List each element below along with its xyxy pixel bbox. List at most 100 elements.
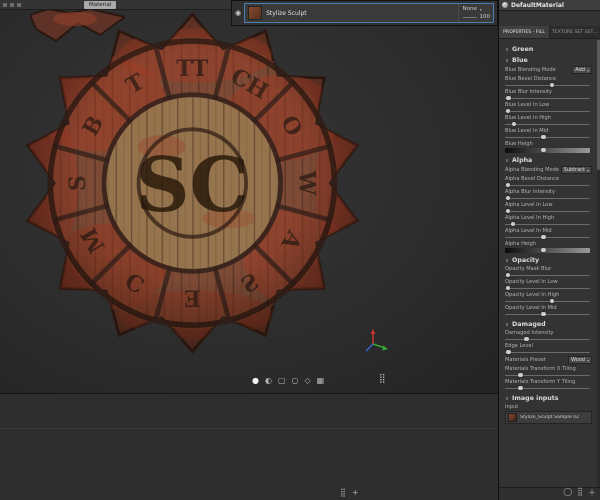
- slider-alpha-bevel-distance[interactable]: [505, 182, 590, 188]
- slider-knob[interactable]: [506, 349, 511, 354]
- slider-knob[interactable]: [549, 82, 555, 87]
- material-mode-dropdown[interactable]: Material: [84, 0, 117, 9]
- slider-track[interactable]: [505, 210, 590, 212]
- circle-icon[interactable]: ○: [292, 373, 299, 389]
- add-button[interactable]: +: [352, 488, 359, 497]
- slider-knob[interactable]: [510, 221, 516, 226]
- slider-knob[interactable]: [541, 247, 546, 252]
- tab-texture-set-settings[interactable]: TEXTURE SET SET…: [550, 26, 600, 38]
- image-input-stylize-sculpt-sample-02[interactable]: Stylize_Sculpt Sample 02: [505, 411, 592, 424]
- slider-track[interactable]: [505, 351, 590, 353]
- slider-blue-level-in-high[interactable]: [505, 121, 590, 127]
- slider-knob[interactable]: [549, 298, 555, 303]
- half-sphere-icon[interactable]: ◐: [265, 373, 272, 389]
- picker-circle-icon[interactable]: ◯: [563, 487, 572, 498]
- slider-knob[interactable]: [505, 108, 511, 113]
- slider-materials-transform-y-tiling[interactable]: [505, 385, 590, 391]
- toolbar-dot-icon[interactable]: [17, 2, 21, 7]
- slider-alpha-blur-intensity[interactable]: [505, 195, 590, 201]
- slider-track[interactable]: [505, 223, 590, 225]
- slider-track[interactable]: [505, 236, 590, 238]
- dropdown-materials-preset[interactable]: Wood ▾: [568, 356, 592, 364]
- slider-track[interactable]: [505, 313, 590, 315]
- slider-knob[interactable]: [541, 311, 546, 316]
- slider-materials-transform-x-tiling[interactable]: [505, 372, 590, 378]
- slider-knob[interactable]: [506, 95, 511, 100]
- slider-damaged-intensity[interactable]: [505, 336, 590, 342]
- slider-track[interactable]: [505, 110, 590, 112]
- visibility-eye-icon[interactable]: ◉: [235, 8, 241, 18]
- slider-knob[interactable]: [541, 147, 546, 152]
- axis-gizmo-icon[interactable]: [360, 328, 390, 358]
- grid-icon[interactable]: ⣿: [577, 487, 583, 498]
- slider-track[interactable]: [505, 97, 590, 99]
- section-alpha[interactable]: ∨ Alpha: [505, 157, 592, 164]
- section-image-inputs[interactable]: ∨ Image inputs: [505, 395, 592, 402]
- section-damaged[interactable]: ∨ Damaged: [505, 321, 592, 328]
- slider-knob[interactable]: [505, 272, 511, 277]
- slider-alpha-level-in-mid[interactable]: [505, 234, 590, 240]
- wireframe-square-icon[interactable]: ▢: [278, 373, 286, 389]
- slider-alpha-heigh[interactable]: [505, 247, 590, 253]
- slider-knob[interactable]: [505, 182, 511, 187]
- material-sphere-icon[interactable]: ●: [252, 373, 259, 389]
- slider-track[interactable]: [505, 148, 590, 153]
- slider-alpha-level-in-low[interactable]: [505, 208, 590, 214]
- chevron-down-icon: ∨: [505, 157, 510, 164]
- layer-row[interactable]: Stylize Sculpt None ▾ 100: [244, 3, 494, 23]
- section-label: Image inputs: [512, 395, 559, 402]
- slider-knob[interactable]: [518, 372, 523, 377]
- section-blue[interactable]: ∨ Blue: [505, 57, 592, 64]
- slider-knob[interactable]: [505, 195, 511, 200]
- slider-track[interactable]: [505, 274, 590, 276]
- slider-opacity-level-in-mid[interactable]: [505, 311, 590, 317]
- layer-blend-dropdown[interactable]: None ▾: [463, 6, 491, 12]
- dropdown-value: Wood: [571, 357, 585, 363]
- slider-opacity-level-in-high[interactable]: [505, 298, 590, 304]
- toolbar-dot-icon[interactable]: [3, 2, 7, 7]
- brush-icon[interactable]: ◇: [305, 373, 311, 389]
- slider-blue-heigh[interactable]: [505, 147, 590, 153]
- texture-view-icon[interactable]: ▦: [317, 373, 325, 389]
- shelf-grid-icon[interactable]: ⣿: [379, 374, 386, 384]
- slider-opacity-mask-blur[interactable]: [505, 272, 590, 278]
- viewport-3d[interactable]: TTCHOWAƧEƆMSBT SC Material ● ◐ ▢ ○ ◇ ▦ ⣿: [0, 0, 498, 393]
- layer-opacity-value[interactable]: 100: [480, 14, 491, 20]
- slider-blue-level-in-mid[interactable]: [505, 134, 590, 140]
- slider-knob[interactable]: [541, 134, 546, 139]
- slider-knob[interactable]: [505, 208, 511, 213]
- section-opacity[interactable]: ∨ Opacity: [505, 257, 592, 264]
- slider-knob[interactable]: [541, 234, 546, 239]
- grid-icon[interactable]: ⣿: [340, 488, 346, 497]
- slider-track[interactable]: [505, 184, 590, 186]
- plus-button[interactable]: ＋: [588, 487, 596, 498]
- slider-knob[interactable]: [505, 285, 511, 290]
- texture-set-header[interactable]: DefaultMaterial: [499, 0, 600, 11]
- slider-edge-level[interactable]: [505, 349, 590, 355]
- slider-track[interactable]: [505, 84, 590, 86]
- slider-knob[interactable]: [518, 385, 523, 390]
- section-green[interactable]: ∨ Green: [505, 46, 592, 53]
- slider-blue-bevel-distance[interactable]: [505, 82, 590, 88]
- layer-opacity-slider[interactable]: [462, 16, 477, 18]
- image-input-label: Input: [505, 404, 519, 410]
- dropdown-blue-blending-mode[interactable]: Add ▾: [572, 66, 592, 74]
- slider-track[interactable]: [505, 287, 590, 289]
- slider-blue-blur-intensity[interactable]: [505, 95, 590, 101]
- slider-alpha-level-in-high[interactable]: [505, 221, 590, 227]
- slider-track[interactable]: [505, 136, 590, 138]
- slider-track[interactable]: [505, 123, 590, 125]
- medallion-3d-model[interactable]: TTCHOWAƧEƆMSBT SC: [8, 12, 392, 358]
- slider-knob[interactable]: [511, 121, 516, 126]
- slider-track[interactable]: [505, 338, 590, 340]
- slider-track[interactable]: [505, 300, 590, 302]
- slider-track[interactable]: [505, 248, 590, 253]
- slider-knob[interactable]: [524, 336, 529, 341]
- toolbar-dot-icon[interactable]: [10, 2, 14, 7]
- slider-blue-level-in-low[interactable]: [505, 108, 590, 114]
- slider-opacity-level-in-low[interactable]: [505, 285, 590, 291]
- slider-track[interactable]: [505, 197, 590, 199]
- dropdown-alpha-blending-mode[interactable]: Subtract ▾: [560, 166, 592, 174]
- property-alpha-level-in-low: Alpha Level In Low: [505, 202, 592, 214]
- tab-properties-fill[interactable]: PROPERTIES - FILL: [499, 26, 550, 38]
